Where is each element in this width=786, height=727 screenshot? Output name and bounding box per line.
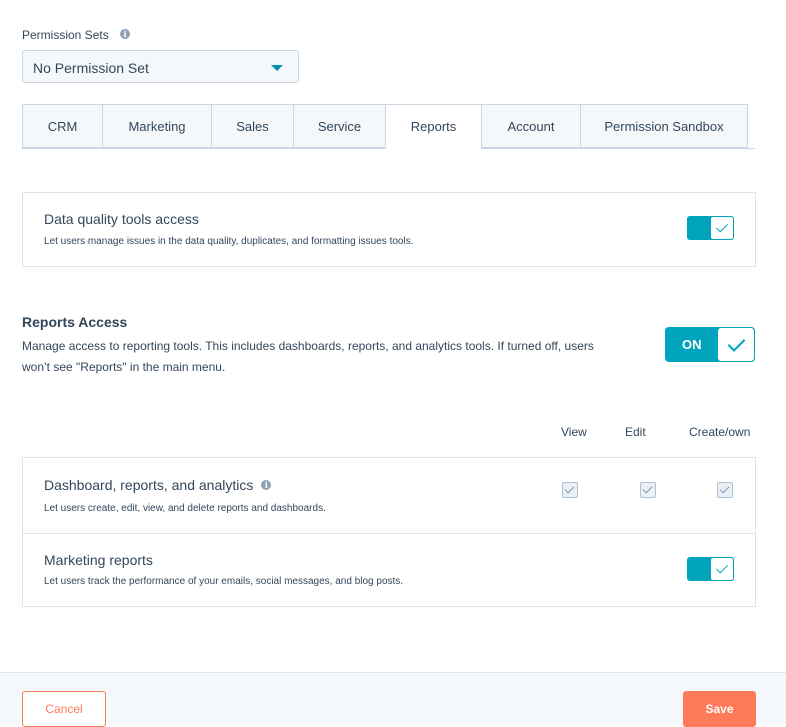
dashboard-create-own-checkbox[interactable] (717, 482, 733, 498)
tab-crm[interactable]: CRM (22, 104, 102, 148)
checkmark-icon (719, 483, 730, 494)
permission-set-selected-value: No Permission Set (33, 60, 149, 76)
tab-reports[interactable]: Reports (385, 104, 481, 149)
checkmark-icon (715, 561, 729, 574)
dashboard-row-description: Let users create, edit, view, and delete… (44, 503, 326, 514)
data-quality-toggle[interactable] (687, 216, 734, 240)
dashboard-view-checkbox[interactable] (562, 482, 578, 498)
column-header-view: View (561, 425, 587, 439)
toggle-knob (710, 216, 734, 240)
reports-access-title: Reports Access (22, 314, 128, 330)
checkmark-icon (564, 483, 575, 494)
tab-service[interactable]: Service (293, 104, 385, 148)
marketing-reports-toggle[interactable] (687, 557, 734, 581)
dashboard-row-title: Dashboard, reports, and analytics i (44, 477, 272, 493)
toggle-knob (710, 557, 734, 581)
data-quality-title: Data quality tools access (44, 211, 199, 227)
tab-sales[interactable]: Sales (211, 104, 293, 148)
tab-account[interactable]: Account (481, 104, 580, 148)
row-divider (23, 533, 755, 534)
permission-sets-label: Permission Sets i (22, 28, 131, 42)
footer-bar (0, 672, 786, 724)
toggle-on-label: ON (682, 337, 702, 352)
data-quality-card: Data quality tools access Let users mana… (22, 192, 756, 267)
column-header-edit: Edit (625, 425, 646, 439)
toggle-knob (717, 327, 755, 362)
permission-tabs: CRM Marketing Sales Service Reports Acco… (22, 104, 755, 149)
reports-permissions-card: Dashboard, reports, and analytics i Let … (22, 457, 756, 607)
checkmark-icon (715, 220, 729, 233)
info-icon[interactable]: i (261, 480, 272, 491)
save-button[interactable]: Save (683, 691, 756, 727)
column-header-create-own: Create/own (689, 425, 751, 439)
tab-permission-sandbox[interactable]: Permission Sandbox (580, 104, 748, 148)
dashboard-title-text: Dashboard, reports, and analytics (44, 477, 254, 493)
checkmark-icon (727, 334, 746, 352)
cancel-button[interactable]: Cancel (22, 691, 106, 727)
data-quality-description: Let users manage issues in the data qual… (44, 236, 414, 247)
reports-access-toggle[interactable]: ON (665, 327, 755, 362)
checkmark-icon (642, 483, 653, 494)
marketing-reports-title: Marketing reports (44, 552, 153, 568)
info-icon[interactable]: i (120, 28, 131, 39)
caret-down-icon (271, 65, 283, 71)
dashboard-edit-checkbox[interactable] (640, 482, 656, 498)
permission-sets-label-text: Permission Sets (22, 28, 109, 42)
tab-marketing[interactable]: Marketing (102, 104, 211, 148)
reports-access-description: Manage access to reporting tools. This i… (22, 339, 594, 374)
marketing-reports-description: Let users track the performance of your … (44, 576, 404, 587)
permission-set-dropdown[interactable]: No Permission Set (22, 50, 299, 83)
